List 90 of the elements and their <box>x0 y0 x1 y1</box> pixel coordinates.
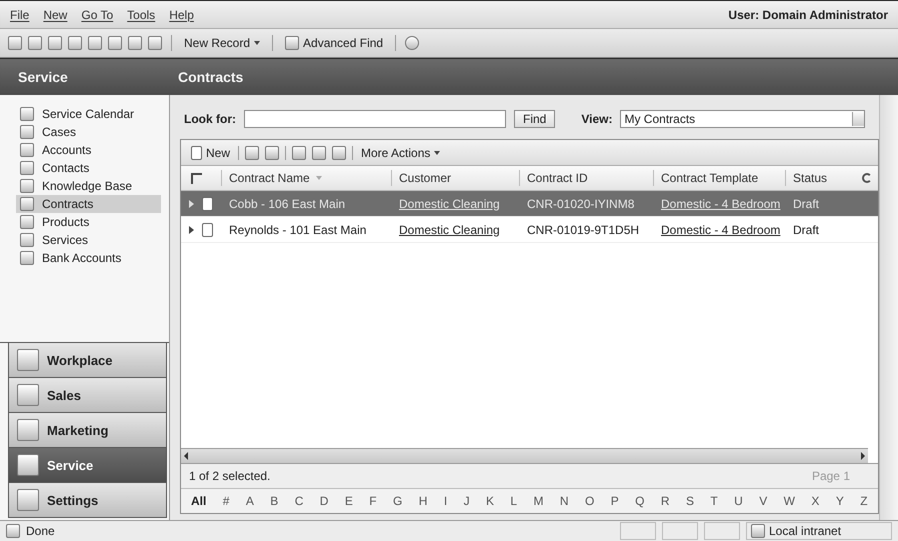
alphabet-link[interactable]: S <box>686 494 694 508</box>
nav-button[interactable]: Settings <box>8 483 167 518</box>
alphabet-link[interactable]: D <box>320 494 328 508</box>
alphabet-link[interactable]: Y <box>836 494 844 508</box>
horizontal-scrollbar[interactable] <box>181 448 868 463</box>
area-title: Service <box>17 69 69 85</box>
table-cell-text: Draft <box>792 196 820 210</box>
alphabet-link[interactable]: M <box>534 494 544 508</box>
alphabet-link[interactable]: Z <box>860 494 868 508</box>
sidebar-item[interactable]: Products <box>16 213 161 231</box>
new-button[interactable]: New <box>189 146 232 160</box>
view-label: View: <box>581 112 612 126</box>
vertical-scrollbar[interactable] <box>879 95 898 520</box>
user-name: User: Domain Administrator <box>728 8 888 22</box>
alphabet-link[interactable]: # <box>222 494 230 508</box>
more-actions-menu[interactable]: More Actions <box>359 146 442 160</box>
nav-button[interactable]: Sales <box>8 378 167 413</box>
page-number: Page 1 <box>812 469 851 483</box>
table-cell-text: Reynolds - 101 East Main <box>228 222 368 236</box>
alphabet-link[interactable]: V <box>759 494 768 508</box>
alphabet-link[interactable]: I <box>444 494 448 508</box>
menu-item[interactable]: Help <box>169 8 194 22</box>
sidebar-item[interactable]: Cases <box>16 123 161 141</box>
alphabet-link[interactable]: E <box>344 494 353 508</box>
alphabet-link[interactable]: All <box>191 494 206 508</box>
table-cell-text: CNR-01019-9T1D5H <box>526 222 640 236</box>
alphabet-link[interactable]: J <box>464 494 470 508</box>
alphabet-link[interactable]: N <box>560 494 569 508</box>
status-text: Done <box>26 524 55 538</box>
sidebar-item[interactable]: Accounts <box>16 141 161 159</box>
table-cell-text: CNR-01020-IYINM8 <box>526 196 636 210</box>
look-for-field[interactable] <box>244 110 506 128</box>
alphabet-link[interactable]: Q <box>635 494 645 508</box>
table-link[interactable]: Domestic - 4 Bedroom <box>653 196 785 210</box>
advanced-find-button[interactable]: Advanced Find <box>282 34 386 52</box>
alphabet-link[interactable]: T <box>710 494 718 508</box>
alphabet-link[interactable]: W <box>784 494 795 508</box>
column-header[interactable]: Contract ID <box>519 170 653 186</box>
nav-button[interactable]: Service <box>8 448 167 483</box>
select-all-checkbox[interactable] <box>191 172 202 184</box>
column-header[interactable]: Contract Name <box>221 170 391 186</box>
alphabet-link[interactable]: K <box>486 494 494 508</box>
sidebar-item[interactable]: Services <box>16 231 161 249</box>
view-dropdown[interactable]: My Contracts <box>620 110 866 128</box>
find-button[interactable]: Find <box>514 110 556 128</box>
nav-button[interactable]: Workplace <box>8 343 167 378</box>
column-header[interactable]: Customer <box>391 170 519 186</box>
caret-icon <box>434 150 440 154</box>
table-link[interactable]: Domestic Cleaning <box>391 222 519 236</box>
table-row[interactable]: Reynolds - 101 East Main Domestic Cleaning CNR-01019-9T1D5H Domestic - 4 Bedroom Draft <box>181 217 878 243</box>
menu-item[interactable]: Go To <box>81 8 114 22</box>
alphabet-link[interactable]: U <box>734 494 743 508</box>
status-panel <box>704 522 740 540</box>
alphabet-link[interactable]: R <box>660 494 670 508</box>
alphabet-link[interactable]: L <box>510 494 518 508</box>
record-count: 1 of 2 selected. <box>189 469 270 483</box>
sidebar-item[interactable]: Service Calendar <box>16 105 161 123</box>
column-header[interactable]: Contract Template <box>653 170 785 186</box>
column-header[interactable]: Status <box>785 170 856 186</box>
alphabet-link[interactable]: A <box>246 494 254 508</box>
sidebar-item[interactable]: Knowledge Base <box>16 177 161 195</box>
alphabet-link[interactable]: F <box>369 494 377 508</box>
security-zone: Local intranet <box>769 524 842 538</box>
sidebar-item[interactable]: Bank Accounts <box>16 249 161 267</box>
new-record-menu[interactable]: New Record <box>181 34 264 52</box>
table-cell-text: Draft <box>792 222 820 236</box>
expand-arrow-icon[interactable] <box>189 226 194 234</box>
look-for-label: Look for: <box>184 112 236 126</box>
table-link[interactable]: Domestic - 4 Bedroom <box>653 222 785 236</box>
menu-item[interactable]: File <box>10 8 30 22</box>
alphabet-link[interactable]: C <box>294 494 304 508</box>
alphabet-link[interactable]: B <box>270 494 278 508</box>
table-cell-text: Cobb - 106 East Main <box>228 196 346 210</box>
alphabet-link[interactable]: X <box>811 494 820 508</box>
sidebar-item[interactable]: Contacts <box>16 159 161 177</box>
nav-button[interactable]: Marketing <box>8 413 167 448</box>
table-row[interactable]: Cobb - 106 East Main Domestic Cleaning CNR-01020-IYINM8 Domestic - 4 Bedroom Draft <box>181 191 878 217</box>
sidebar-item[interactable]: Contracts <box>16 195 161 213</box>
caret-icon <box>254 41 260 45</box>
page-title: Contracts <box>177 69 244 85</box>
alphabet-link[interactable]: H <box>418 494 428 508</box>
status-panel <box>662 522 698 540</box>
menu-item[interactable]: Tools <box>127 8 156 22</box>
refresh-icon[interactable] <box>862 173 872 183</box>
table-link[interactable]: Domestic Cleaning <box>391 196 519 210</box>
status-panel <box>620 522 656 540</box>
menu-item[interactable]: New <box>43 8 68 22</box>
alphabet-link[interactable]: G <box>393 494 402 508</box>
alphabet-link[interactable]: P <box>610 494 619 508</box>
alphabet-link[interactable]: O <box>585 494 594 508</box>
